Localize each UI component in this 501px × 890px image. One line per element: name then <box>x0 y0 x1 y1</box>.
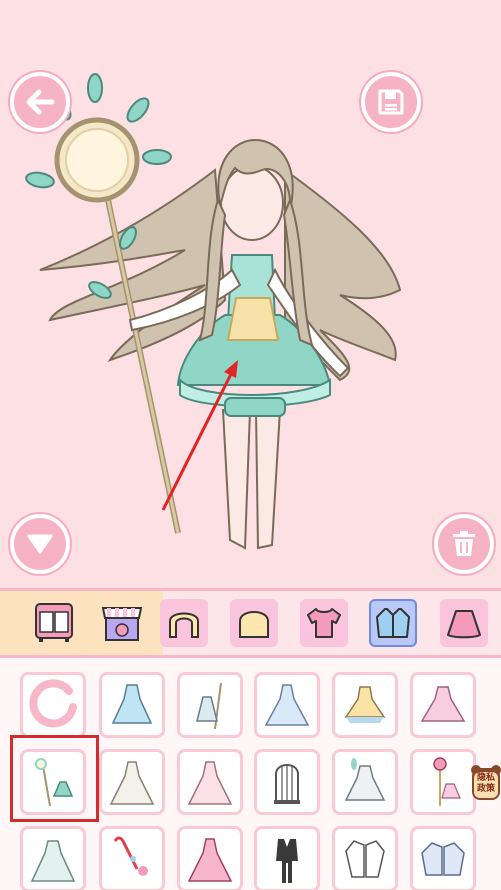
rose-wand-icon <box>433 757 461 806</box>
badge-line-2: 政策 <box>476 784 495 794</box>
lace-dress-icon <box>30 840 76 882</box>
selected-item-highlight <box>10 735 99 822</box>
outfit-item-staff-outfit[interactable] <box>177 672 243 738</box>
pink-ballgown-icon <box>187 761 233 805</box>
candy-wand-icon <box>113 836 148 876</box>
hair-front-icon <box>239 611 269 638</box>
dress-up-stage <box>0 0 501 588</box>
outfit-item-blue-dress[interactable] <box>99 672 165 738</box>
trash-can-icon <box>453 531 475 556</box>
outfit-item-pink-ballgown[interactable] <box>177 749 243 815</box>
triangle-down-icon <box>27 534 53 554</box>
category-top[interactable] <box>300 599 348 647</box>
legs <box>221 409 282 550</box>
category-hair-back[interactable] <box>160 599 208 647</box>
category-bar <box>0 588 501 658</box>
blue-jacket-icon <box>421 842 465 876</box>
outfit-item-rose-gown[interactable] <box>177 826 243 890</box>
item-rose-wand[interactable] <box>410 749 476 815</box>
collapse-button[interactable] <box>10 514 70 574</box>
white-hoodie-icon <box>345 840 385 878</box>
outfit-item-white-gown[interactable] <box>99 749 165 815</box>
yellow-dress-icon <box>344 686 386 723</box>
outfit-item-blue-jacket[interactable] <box>410 826 476 890</box>
privacy-policy-badge[interactable]: 隐私 政策 <box>471 764 501 802</box>
category-wardrobe[interactable] <box>30 599 78 647</box>
pink-dress-icon <box>420 686 466 722</box>
delete-button[interactable] <box>434 514 494 574</box>
leaf-dress-icon <box>344 758 386 801</box>
blue-dress-icon <box>111 684 153 724</box>
category-jacket[interactable] <box>369 599 417 647</box>
white-gown-icon <box>109 761 155 805</box>
save-button[interactable] <box>361 72 421 132</box>
skirt-icon <box>447 610 481 639</box>
shirt-icon <box>307 608 341 638</box>
jacket-icon <box>376 608 410 638</box>
item-birdcage[interactable] <box>254 749 320 815</box>
floppy-disk-icon <box>378 89 404 115</box>
reset-icon <box>29 679 77 728</box>
character-doll <box>25 73 402 550</box>
outfit-item-leaf-dress[interactable] <box>332 749 398 815</box>
staff-outfit-icon <box>196 682 222 730</box>
ice-gown-icon <box>264 684 310 726</box>
arrow-left-icon <box>26 89 55 115</box>
outfit-item-white-hoodie[interactable] <box>332 826 398 890</box>
outfit-item-lace-dress[interactable] <box>20 826 86 890</box>
category-skirt[interactable] <box>440 599 488 647</box>
hair-back-icon <box>169 612 199 638</box>
item-grid <box>0 658 501 890</box>
outfit-item-ice-gown[interactable] <box>254 672 320 738</box>
shop-icon <box>101 607 143 641</box>
rose-gown-icon <box>187 838 233 882</box>
category-hair-front[interactable] <box>230 599 278 647</box>
outfit-item-pink-dress[interactable] <box>410 672 476 738</box>
category-shop[interactable] <box>98 599 146 647</box>
item-candy-wand[interactable] <box>99 826 165 890</box>
badge-line-1: 隐私 <box>476 773 495 783</box>
outfit-item-yellow-dress[interactable] <box>332 672 398 738</box>
outfit-item-butler-suit[interactable] <box>254 826 320 890</box>
butler-suit-icon <box>276 839 298 883</box>
back-button[interactable] <box>10 72 70 132</box>
wardrobe-icon <box>35 603 73 642</box>
birdcage-icon <box>274 764 300 804</box>
reset-item[interactable] <box>20 672 86 738</box>
